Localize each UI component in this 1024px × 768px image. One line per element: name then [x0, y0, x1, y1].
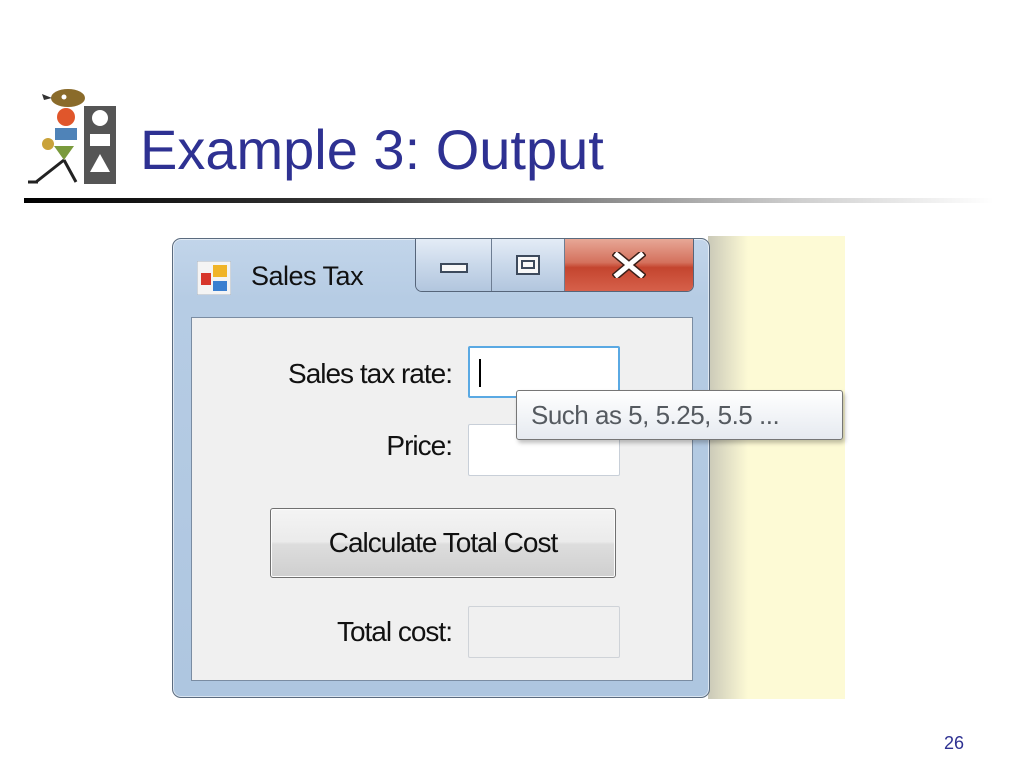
minimize-button[interactable]	[416, 239, 492, 291]
page-number: 26	[943, 733, 964, 753]
clipart-figures-icon	[28, 89, 116, 184]
caption-buttons	[415, 239, 694, 292]
price-label: Price:	[386, 430, 453, 461]
window-title: Sales Tax	[251, 261, 364, 291]
total-cost-label: Total cost:	[336, 616, 453, 647]
minimize-icon	[439, 263, 468, 273]
total-cost-output	[468, 606, 620, 658]
maximize-icon	[516, 255, 540, 275]
calculate-total-cost-button[interactable]: Calculate Total Cost	[270, 508, 616, 578]
input-hint-tooltip: Such as 5, 5.25, 5.5 ...	[516, 390, 843, 440]
sales-tax-rate-label: Sales tax rate:	[288, 358, 453, 389]
slide-title: Example 3: Output	[140, 118, 604, 181]
close-icon	[612, 252, 646, 278]
form-app-icon	[197, 261, 231, 295]
maximize-button[interactable]	[492, 239, 565, 291]
form-client-area: Sales tax rate: Price: Calculate Total C…	[191, 317, 693, 681]
title-divider	[24, 198, 994, 203]
text-caret	[479, 359, 481, 387]
sales-tax-window: Sales Tax Sales tax rate: Price: Calcula…	[172, 238, 710, 698]
close-button[interactable]	[565, 239, 693, 291]
